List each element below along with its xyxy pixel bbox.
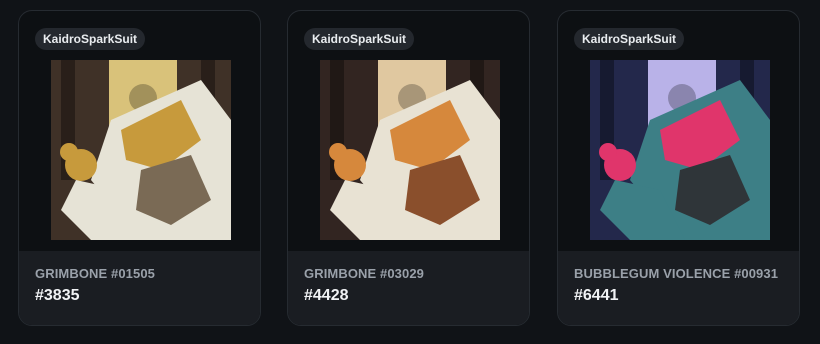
nft-name: GRIMBONE #01505 <box>35 266 155 281</box>
nft-name: GRIMBONE #03029 <box>304 266 424 281</box>
nft-image[interactable] <box>590 60 770 240</box>
nft-card[interactable]: KaidroSparkSuit BUBBLEGUM VIOLENCE #0093… <box>557 10 800 326</box>
nft-card[interactable]: KaidroSparkSuit GRIMBONE #01505 #3835 <box>18 10 261 326</box>
nft-image[interactable] <box>320 60 500 240</box>
collection-tag: KaidroSparkSuit <box>574 28 685 50</box>
nft-grid: KaidroSparkSuit GRIMBONE #01505 #3835 Ka… <box>0 0 820 344</box>
nft-image[interactable] <box>51 60 231 240</box>
card-footer: GRIMBONE #03029 #4428 <box>288 251 529 325</box>
nft-card[interactable]: KaidroSparkSuit GRIMBONE #03029 #4428 <box>287 10 530 326</box>
nft-number: #4428 <box>304 287 349 304</box>
nft-name: BUBBLEGUM VIOLENCE #00931 <box>574 266 779 281</box>
collection-tag: KaidroSparkSuit <box>35 28 146 50</box>
nft-number: #3835 <box>35 287 80 304</box>
collection-tag: KaidroSparkSuit <box>304 28 415 50</box>
card-footer: BUBBLEGUM VIOLENCE #00931 #6441 <box>558 251 799 325</box>
card-footer: GRIMBONE #01505 #3835 <box>19 251 260 325</box>
nft-number: #6441 <box>574 287 619 304</box>
